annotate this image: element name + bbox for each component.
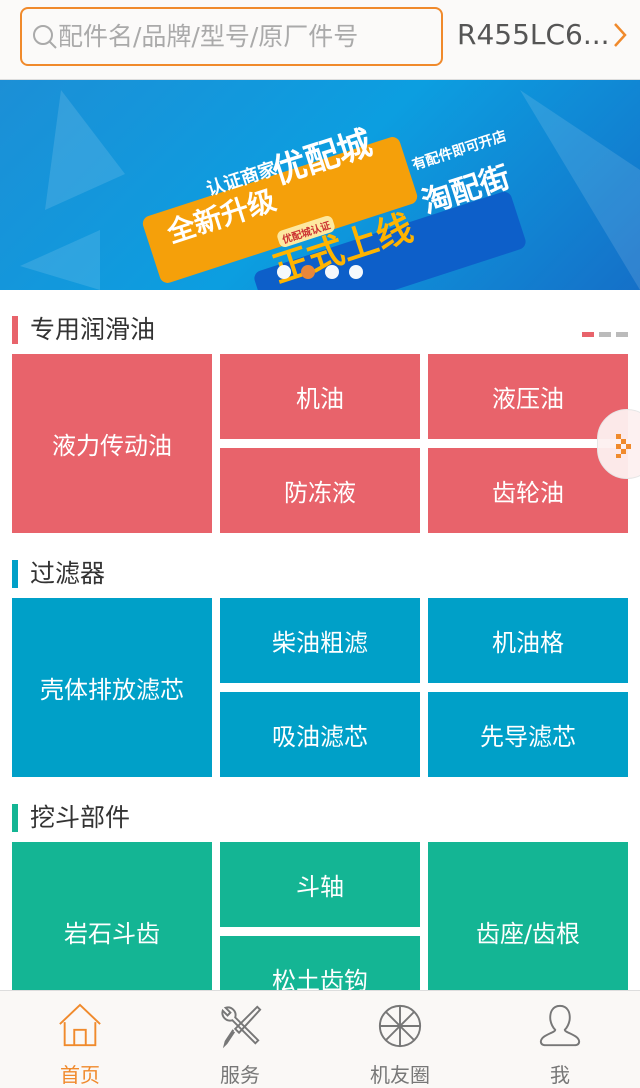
user-icon — [539, 1004, 581, 1047]
nav-service[interactable]: 服务 — [160, 991, 320, 1088]
search-icon — [33, 24, 57, 49]
double-chevron-right-icon — [616, 434, 631, 458]
header: R455LC6... — [0, 0, 640, 80]
nav-label: 我 — [550, 1063, 570, 1087]
chevron-right-icon — [613, 22, 627, 47]
nav-home[interactable]: 首页 — [0, 991, 160, 1088]
tools-icon — [221, 1005, 262, 1049]
search-box[interactable] — [20, 7, 443, 66]
tile[interactable]: 机油格 — [428, 598, 628, 683]
tile[interactable]: 机油 — [220, 354, 420, 439]
side-expand-button[interactable] — [597, 409, 640, 479]
tile[interactable]: 齿轮油 — [428, 448, 628, 533]
section-title-lubricants: 专用润滑油 — [12, 316, 155, 344]
tile[interactable]: 液力传动油 — [12, 354, 212, 533]
tile[interactable]: 液压油 — [428, 354, 628, 439]
bottom-nav: 首页 服务 机友圈 我 — [0, 990, 640, 1088]
tile[interactable]: 斗轴 — [220, 842, 420, 927]
nav-community[interactable]: 机友圈 — [320, 991, 480, 1088]
section-pager — [582, 332, 628, 337]
tile[interactable]: 防冻液 — [220, 448, 420, 533]
carousel-dot-active[interactable] — [301, 265, 315, 279]
tile[interactable]: 壳体排放滤芯 — [12, 598, 212, 777]
nav-label: 机友圈 — [370, 1063, 430, 1087]
nav-label: 服务 — [220, 1063, 260, 1087]
aperture-icon — [378, 1004, 422, 1048]
model-label: R455LC6... — [457, 18, 610, 51]
nav-me[interactable]: 我 — [480, 991, 640, 1088]
carousel-dot[interactable] — [325, 265, 339, 279]
section-title-bucket-parts: 挖斗部件 — [12, 804, 130, 832]
carousel-dots — [277, 265, 363, 279]
section-title-filters: 过滤器 — [12, 560, 105, 588]
promo-banner[interactable]: 认证商家 全新升级 优配城 优配城认证 正式上线 有配件即可开店 淘配街 — [0, 80, 640, 290]
tile[interactable]: 先导滤芯 — [428, 692, 628, 777]
home-icon — [59, 1003, 101, 1047]
search-input[interactable] — [58, 22, 418, 51]
carousel-dot[interactable] — [277, 265, 291, 279]
tile[interactable]: 吸油滤芯 — [220, 692, 420, 777]
model-selector[interactable]: R455LC6... — [457, 18, 628, 51]
tile[interactable]: 柴油粗滤 — [220, 598, 420, 683]
carousel-dot[interactable] — [349, 265, 363, 279]
nav-label: 首页 — [60, 1063, 100, 1087]
